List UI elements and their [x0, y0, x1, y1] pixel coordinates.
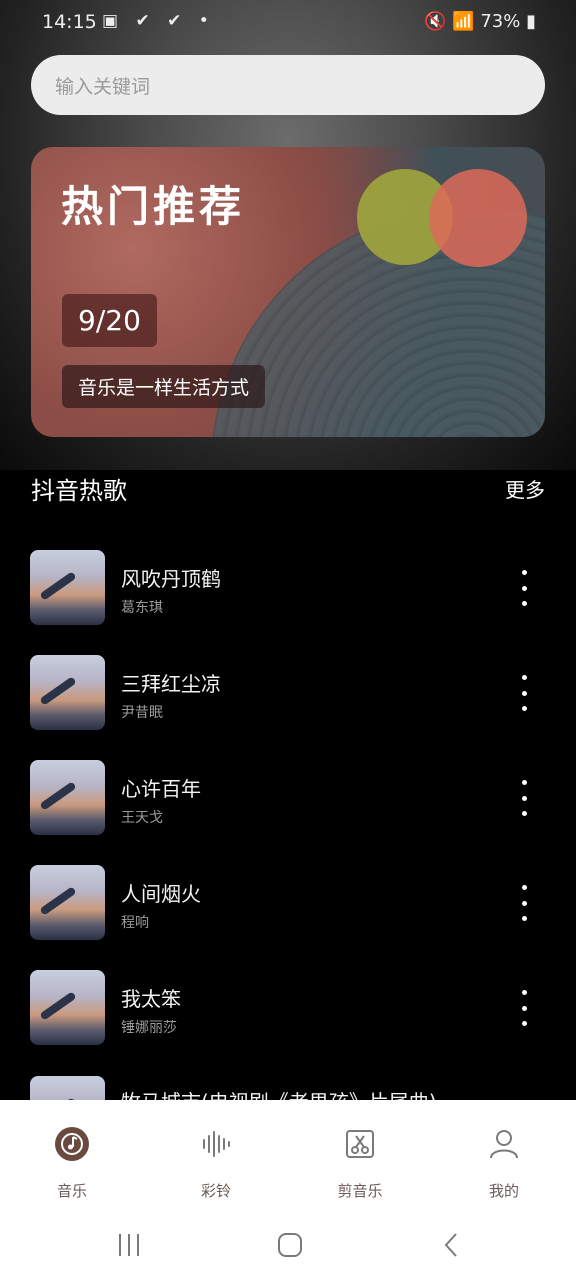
banner-page-counter: 9/20 — [62, 294, 157, 347]
list-item[interactable]: 我太笨 锤娜丽莎 — [0, 960, 576, 1065]
song-title: 风吹丹顶鹤 — [121, 567, 221, 591]
scissors-icon — [346, 1130, 374, 1158]
song-list: 风吹丹顶鹤 葛东琪 三拜红尘凉 尹昔眠 心许百年 王天戈 人间烟火 程响 我太笨… — [0, 540, 576, 1065]
more-link[interactable]: 更多 — [505, 474, 545, 503]
wifi-icon: 📶 — [452, 11, 475, 32]
section-title: 抖音热歌 — [31, 476, 127, 505]
mute-icon: 🔇 — [424, 11, 447, 32]
song-title: 三拜红尘凉 — [121, 672, 221, 696]
section-header: 抖音热歌 更多 — [31, 468, 545, 508]
song-artist: 尹昔眠 — [121, 705, 163, 721]
nav-label: 剪音乐 — [337, 1182, 383, 1200]
nav-label: 我的 — [488, 1182, 519, 1200]
song-title: 牧马城市(电视剧《老男孩》片尾曲) — [121, 1086, 437, 1100]
search-placeholder: 输入关键词 — [55, 75, 151, 98]
status-bar: 14:15 ▣ ✔ ✔ • 🔇 📶 73% ▮ — [0, 0, 576, 46]
person-icon — [490, 1130, 518, 1159]
album-cover — [30, 1076, 105, 1100]
back-icon[interactable] — [440, 1230, 464, 1260]
song-artist: 葛东琪 — [121, 600, 163, 616]
nav-label: 彩铃 — [200, 1182, 231, 1200]
bottom-navigation: 音乐 彩铃 剪音乐 我的 — [0, 1100, 576, 1210]
recent-apps-icon[interactable] — [116, 1230, 142, 1260]
list-item[interactable]: 心许百年 王天戈 — [0, 750, 576, 855]
song-title: 我太笨 — [121, 987, 181, 1011]
battery-level: 73% — [480, 11, 521, 32]
album-cover — [30, 760, 105, 835]
nav-item-mine[interactable]: 我的 — [449, 1110, 559, 1200]
list-item[interactable]: 牧马城市(电视剧《老男孩》片尾曲) — [0, 1070, 576, 1100]
nav-item-ringtone[interactable]: 彩铃 — [161, 1110, 271, 1200]
song-artist: 王天戈 — [121, 810, 163, 826]
banner-title: 热门推荐 — [61, 182, 246, 231]
more-options-icon[interactable] — [514, 675, 534, 711]
nav-item-cut-music[interactable]: 剪音乐 — [305, 1110, 415, 1200]
nav-label: 音乐 — [56, 1182, 87, 1200]
list-item[interactable]: 三拜红尘凉 尹昔眠 — [0, 645, 576, 750]
music-icon — [55, 1127, 89, 1161]
decor-circle-red — [429, 169, 527, 267]
album-cover — [30, 970, 105, 1045]
home-icon[interactable] — [276, 1230, 306, 1260]
album-cover — [30, 550, 105, 625]
battery-icon: ▮ — [526, 11, 536, 32]
album-cover — [30, 865, 105, 940]
banner-carousel[interactable]: 热门推荐 9/20 音乐是一样生活方式 — [31, 147, 545, 437]
more-options-icon[interactable] — [514, 885, 534, 921]
song-title: 心许百年 — [121, 777, 201, 801]
status-notification-icons: ▣ ✔ ✔ • — [102, 11, 215, 31]
list-item[interactable]: 人间烟火 程响 — [0, 855, 576, 960]
nav-item-music[interactable]: 音乐 — [17, 1110, 127, 1200]
list-item[interactable]: 风吹丹顶鹤 葛东琪 — [0, 540, 576, 645]
more-options-icon[interactable] — [514, 990, 534, 1026]
soundwave-icon — [203, 1131, 230, 1157]
banner-caption: 音乐是一样生活方式 — [62, 365, 266, 408]
search-input[interactable]: 输入关键词 — [31, 55, 545, 115]
status-right: 🔇 📶 73% ▮ — [424, 11, 536, 32]
more-options-icon[interactable] — [514, 570, 534, 606]
song-artist: 程响 — [121, 915, 149, 931]
song-title: 人间烟火 — [121, 882, 201, 906]
status-time: 14:15 — [42, 11, 97, 33]
system-navigation-bar — [0, 1210, 576, 1280]
album-cover — [30, 655, 105, 730]
song-artist: 锤娜丽莎 — [121, 1020, 177, 1036]
more-options-icon[interactable] — [514, 780, 534, 816]
